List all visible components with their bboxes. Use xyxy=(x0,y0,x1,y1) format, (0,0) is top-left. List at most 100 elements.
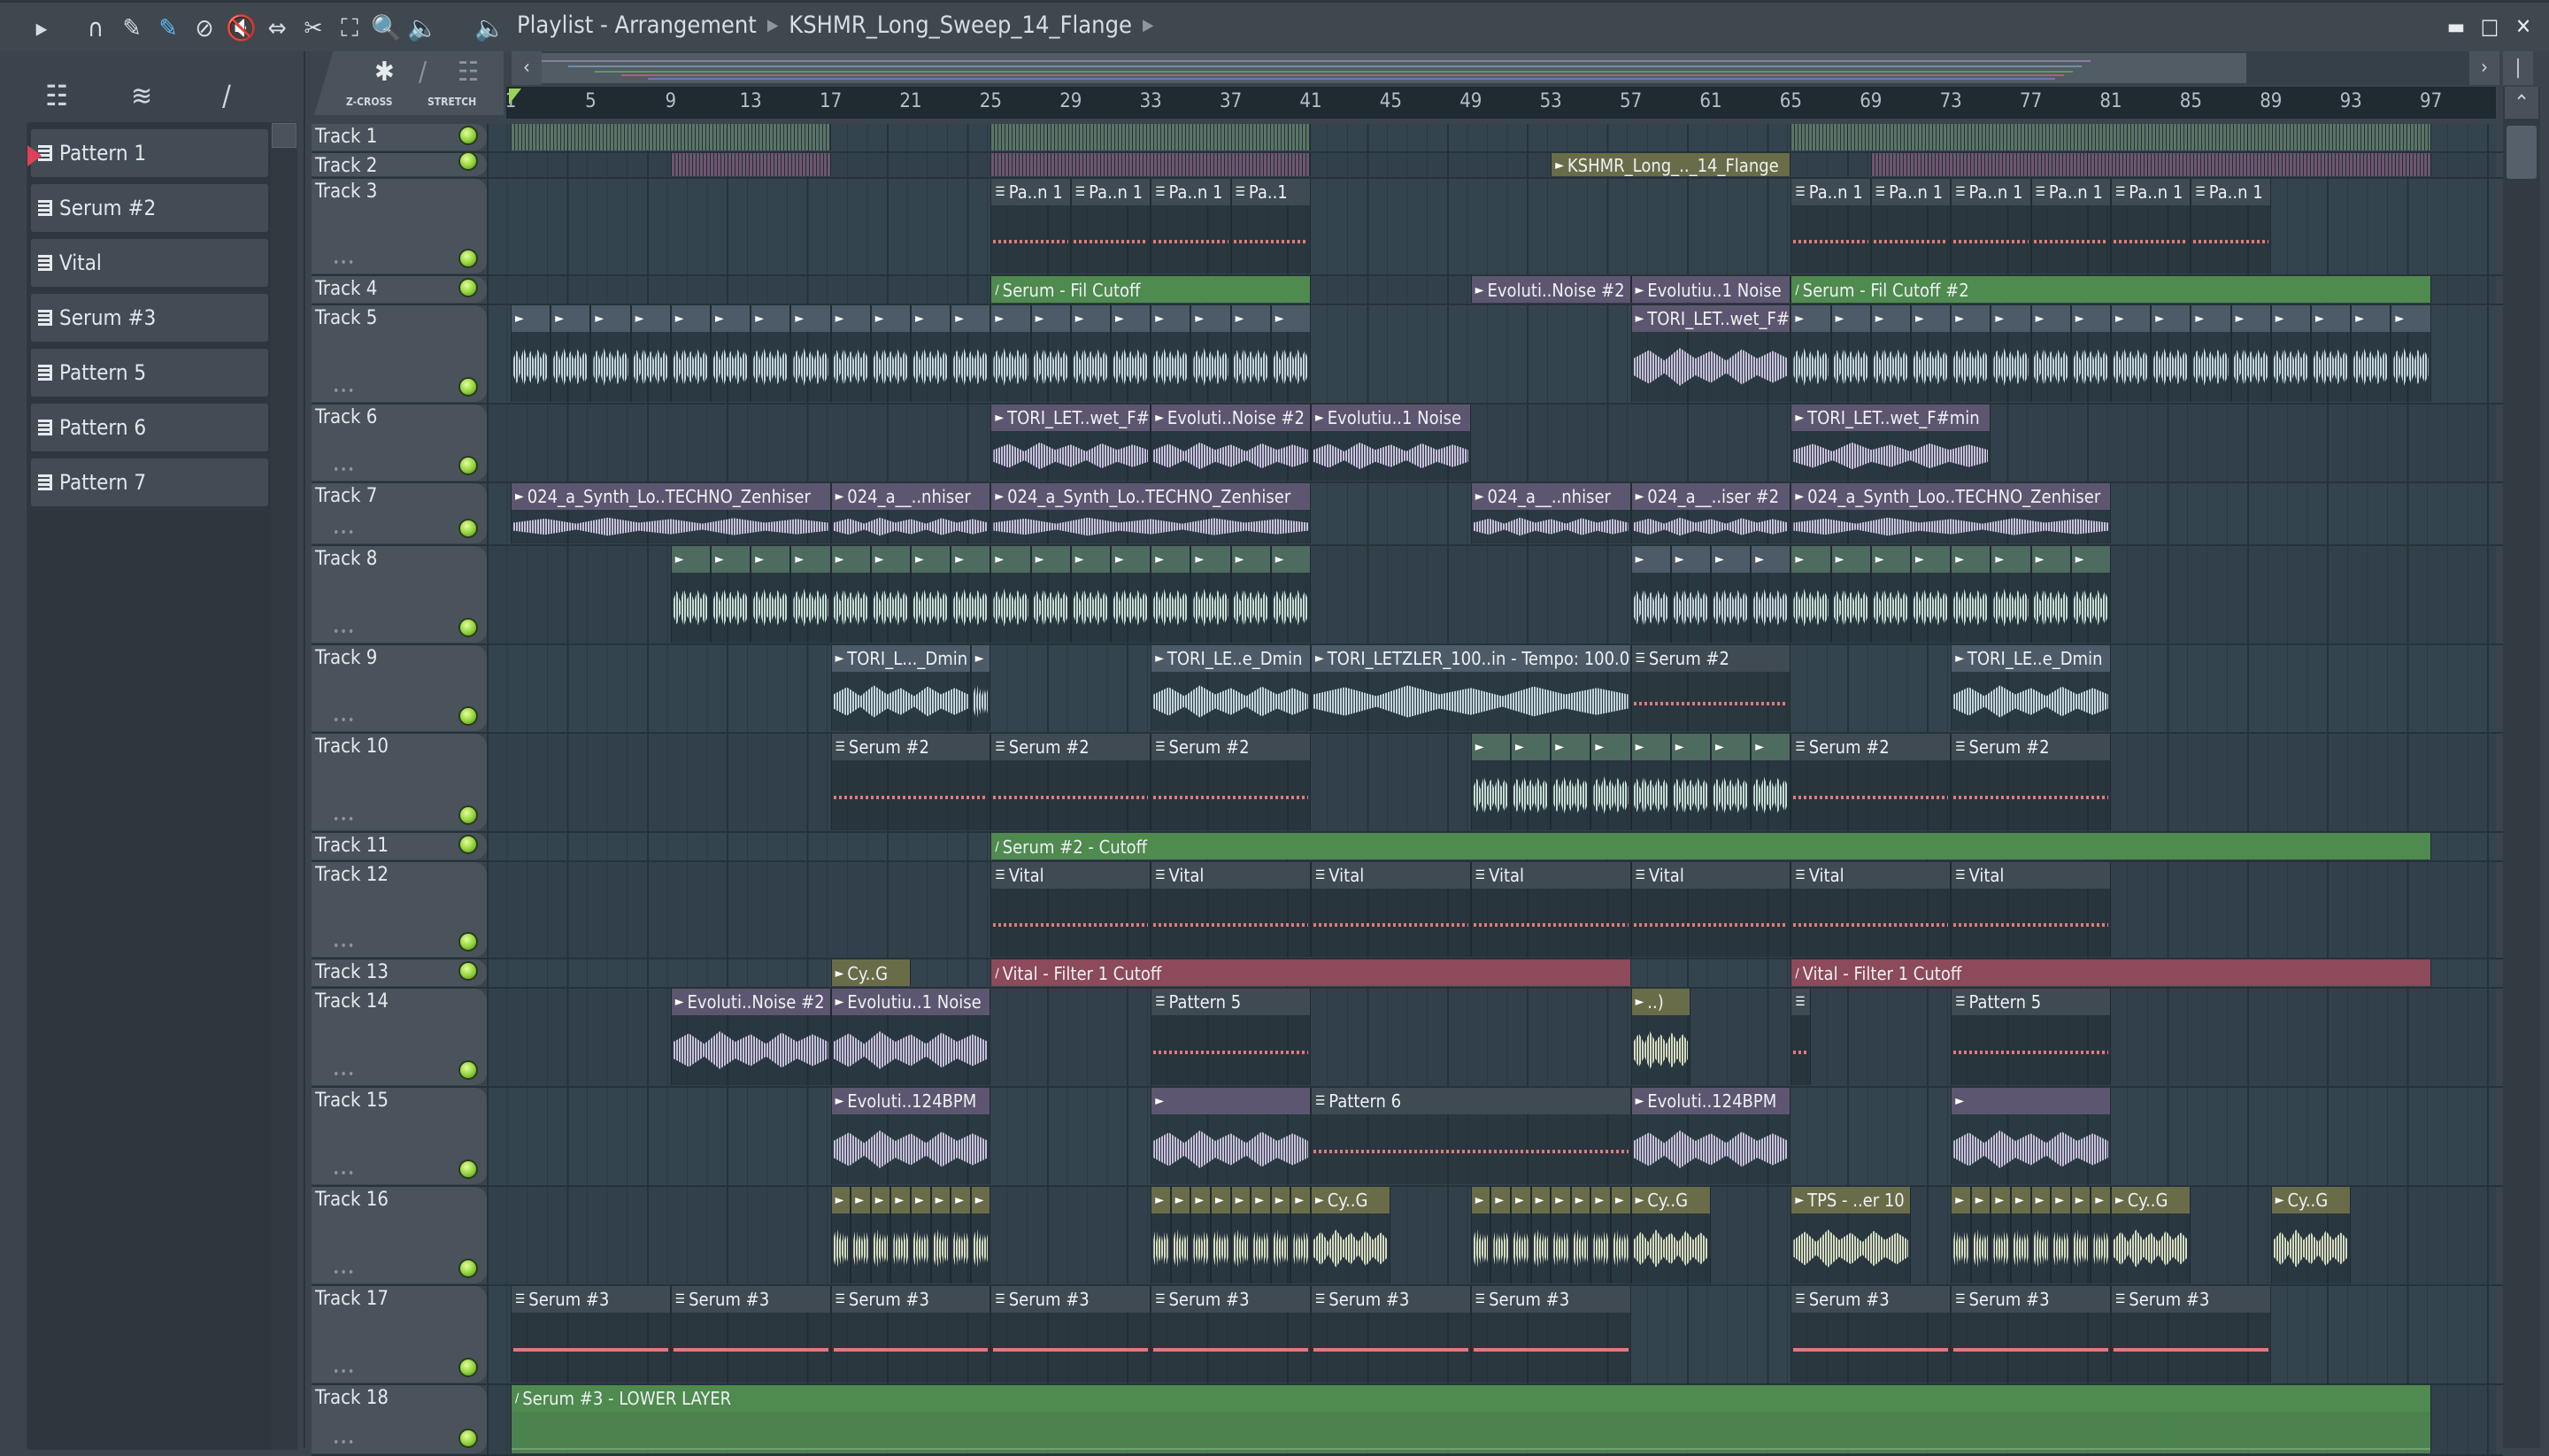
track-lane[interactable]: ► Evoluti..124BPM ► ☰ Pattern 6 ► Evoluti..124… xyxy=(487,1088,2496,1185)
pattern-clip[interactable]: ☰ Vital xyxy=(1790,862,1952,957)
track-header[interactable]: Track 17 ••• xyxy=(312,1286,487,1383)
track-header[interactable]: Track 13 xyxy=(312,959,487,987)
audio-clip[interactable]: ► xyxy=(1630,546,1671,643)
clip-header[interactable]: ☰ Vital xyxy=(1471,862,1630,889)
clip-header[interactable]: ► xyxy=(2191,305,2230,332)
clip-header[interactable]: ☰ Serum #2 xyxy=(1791,734,1951,760)
pattern-clip[interactable]: ☰ Serum #2 xyxy=(1951,734,2111,830)
clip-header[interactable]: ► xyxy=(1512,1187,1530,1213)
clip-header[interactable]: ► xyxy=(2112,305,2151,332)
clip-header[interactable]: ☰ Serum #3 xyxy=(991,1286,1151,1313)
audio-clip[interactable] xyxy=(511,124,831,150)
mute-icon[interactable]: 🔇 xyxy=(226,13,257,43)
clip-header[interactable]: ► xyxy=(2071,546,2110,573)
audio-clip[interactable]: ► Evoluti..124BPM xyxy=(830,1088,991,1184)
audio-clip[interactable]: ► TORI_L..._Dmin xyxy=(830,645,971,731)
audio-clip[interactable] xyxy=(990,124,1311,150)
clip-header[interactable]: ∕ Vital - Filter 1 Cutoff xyxy=(1791,959,2430,986)
audio-clip[interactable]: ► 024_a_Synth_Loo..TECHNO_Zenhiser xyxy=(1790,483,2111,543)
audio-clip[interactable]: ► xyxy=(851,1187,871,1283)
audio-clip[interactable] xyxy=(990,153,1311,176)
clip-header[interactable]: ∕ Vital - Filter 1 Cutoff xyxy=(991,959,1630,986)
clip-header[interactable]: ☰ Serum #3 xyxy=(2112,1286,2270,1313)
track-lane[interactable]: ►►►►►►►►►►►►►►►►►►►►►TORI_LET..wet_F#min… xyxy=(487,305,2496,403)
audio-clip[interactable]: ►TORI_LET..wet_F#min xyxy=(990,404,1151,481)
paint-brush-icon[interactable]: ✎ xyxy=(153,13,183,43)
track-header[interactable]: Track 15 ••• xyxy=(312,1088,487,1185)
clip-header[interactable]: ► xyxy=(1952,546,1991,573)
timeline-ruler[interactable]: 1 5 9 13 17 21 25 29 33 37 41 45 49 53 57 61 65 69 73 77 81 8… xyxy=(505,87,2496,119)
audio-clip[interactable]: ► 024_a_Synth_Lo..TECHNO_Zenhiser xyxy=(511,483,831,543)
audio-clip[interactable]: ► xyxy=(1991,305,2031,402)
clip-header[interactable]: ► xyxy=(971,1187,990,1213)
pattern-item[interactable]: Pattern 6 xyxy=(31,404,268,451)
clip-header[interactable]: ► xyxy=(871,305,910,332)
track-mute-led[interactable] xyxy=(458,618,478,637)
audio-clip[interactable]: ► xyxy=(1630,734,1671,830)
pattern-clip[interactable]: ☰ Serum #2 xyxy=(990,734,1151,830)
clip-header[interactable]: ► xyxy=(1791,546,1830,573)
clip-header[interactable]: ► Evoluti..Noise #2 xyxy=(1471,276,1630,303)
slip-icon[interactable]: ⇔ xyxy=(262,13,292,43)
clip-header[interactable]: ► xyxy=(791,546,830,573)
track-lane[interactable]: ► Evoluti..Noise #2 ► Evolutiu..1 Noise ☰ Pat… xyxy=(487,989,2496,1086)
track-mute-led[interactable] xyxy=(458,456,478,475)
clip-header[interactable]: ► xyxy=(1971,1187,1991,1213)
pattern-clip[interactable]: ☰ Pa..n 1 xyxy=(1951,179,2031,273)
clip-header[interactable]: ► xyxy=(951,305,990,332)
clip-header[interactable]: ☰ Serum #2 xyxy=(1952,734,2110,760)
track-mute-led[interactable] xyxy=(458,1159,478,1179)
clip-header[interactable]: ► Evoluti..Noise #2 xyxy=(671,989,830,1015)
pattern-clip[interactable]: ☰ Vital xyxy=(1470,862,1631,957)
audio-clip[interactable]: ► xyxy=(2030,1187,2052,1283)
clip-header[interactable]: ►TORI_LET..wet_F#min xyxy=(991,404,1151,431)
pattern-item[interactable]: Pattern 1 xyxy=(27,129,268,177)
pattern-clip[interactable]: ☰ Serum #3 xyxy=(511,1286,671,1383)
audio-clip[interactable]: ► xyxy=(951,305,991,402)
play-arrow-icon[interactable]: ▸ xyxy=(27,13,57,43)
clip-header[interactable] xyxy=(1871,153,2430,176)
audio-clip[interactable]: ► xyxy=(990,546,1031,643)
clip-header[interactable]: ► xyxy=(1212,1187,1230,1213)
audio-clip[interactable]: ► xyxy=(1470,1187,1491,1283)
audio-clip[interactable]: ► xyxy=(1790,546,1831,643)
clip-header[interactable]: ∕ Serum #3 - LOWER LAYER xyxy=(512,1385,2430,1412)
clip-header[interactable]: ► TORI_LETZLER_100..in - Tempo: 100.0 xyxy=(1312,645,1630,672)
pattern-clip[interactable]: ☰ Serum #2 xyxy=(1630,645,1791,731)
clip-header[interactable]: ► xyxy=(1952,1187,1970,1213)
audio-clip[interactable]: ► xyxy=(1290,1187,1311,1283)
clip-header[interactable]: ► xyxy=(712,305,751,332)
track-lane[interactable]: ► KSHMR_Long_.._14_Flange xyxy=(487,153,2496,177)
clip-header[interactable]: ∕ Serum - Fil Cutoff xyxy=(991,276,1310,303)
audio-clip[interactable]: ► xyxy=(1230,546,1271,643)
track-lane[interactable]: ► 024_a_Synth_Lo..TECHNO_Zenhiser ► 024_a__… xyxy=(487,483,2496,544)
clip-header[interactable]: ► 024_a__..nhiser xyxy=(1471,483,1630,510)
clip-header[interactable]: ☰ Serum #2 xyxy=(1631,645,1790,672)
clip-header[interactable]: ☰ Vital xyxy=(1151,862,1310,889)
pattern-clip[interactable]: ☰ Serum #3 xyxy=(670,1286,831,1383)
audio-clip[interactable]: ► xyxy=(1190,305,1231,402)
clip-header[interactable]: ► xyxy=(951,1187,970,1213)
clip-header[interactable]: ► xyxy=(1612,1187,1630,1213)
track-mute-led[interactable] xyxy=(458,1358,478,1377)
audio-clip[interactable]: ► xyxy=(1190,546,1231,643)
pattern-clip[interactable]: ☰ Pattern 5 xyxy=(1951,989,2111,1085)
clip-header[interactable]: ► Cy..G xyxy=(1312,1187,1390,1213)
track-lane[interactable]: ∕ Serum #3 - LOWER LAYER xyxy=(487,1385,2496,1454)
clip-header[interactable]: ☰ Pa..n 1 xyxy=(991,179,1070,205)
track-header[interactable]: Track 7 ••• xyxy=(312,483,487,544)
clip-header[interactable]: ► xyxy=(551,305,590,332)
zoom-handle[interactable]: | xyxy=(2503,51,2533,85)
clip-header[interactable]: ☰ Pa..n 1 xyxy=(1151,179,1230,205)
clip-header[interactable]: ☰ Serum #3 xyxy=(1151,1286,1310,1313)
audio-clip[interactable]: ► xyxy=(1230,305,1271,402)
audio-clip[interactable]: ► xyxy=(1830,305,1871,402)
clip-header[interactable]: ► xyxy=(1591,1187,1610,1213)
audio-clip[interactable]: ► xyxy=(890,1187,911,1283)
audio-clip[interactable]: ► xyxy=(1951,305,1991,402)
clip-header[interactable]: ► xyxy=(851,1187,870,1213)
clip-header[interactable] xyxy=(991,153,1310,176)
audio-clip[interactable]: ► xyxy=(1251,1187,1271,1283)
pattern-item[interactable]: Vital xyxy=(31,239,268,287)
clip-header[interactable]: ► xyxy=(1871,546,1910,573)
